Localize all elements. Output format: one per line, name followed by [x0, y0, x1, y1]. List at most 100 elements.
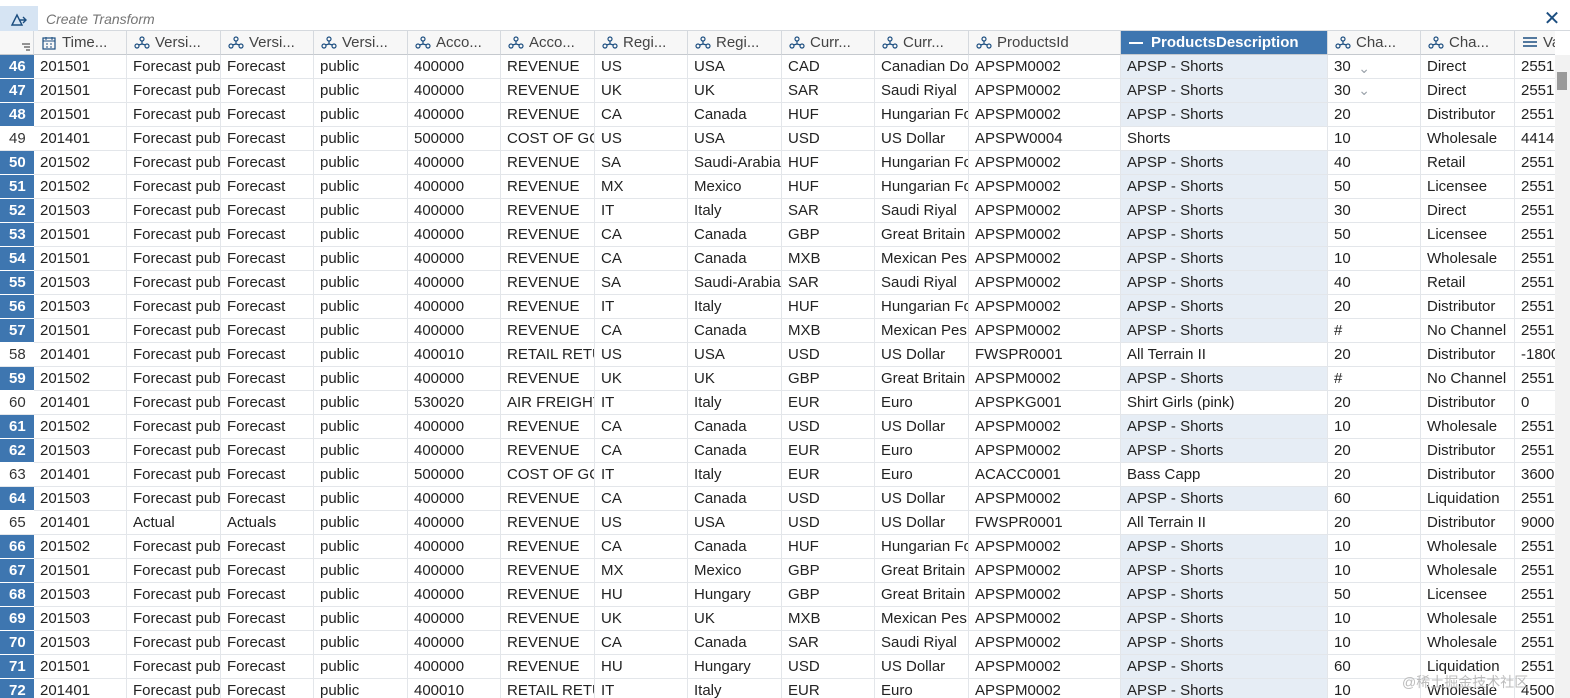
table-cell[interactable]: 201502: [34, 367, 127, 391]
table-cell[interactable]: public: [314, 79, 408, 103]
table-cell[interactable]: public: [314, 271, 408, 295]
table-cell[interactable]: public: [314, 103, 408, 127]
table-cell[interactable]: REVENUE: [501, 535, 595, 559]
table-cell[interactable]: 30: [1328, 199, 1421, 223]
table-cell[interactable]: Forecast: [221, 295, 314, 319]
table-cell[interactable]: SAR: [782, 271, 875, 295]
table-cell[interactable]: APSPM0002: [969, 103, 1121, 127]
table-cell[interactable]: US: [595, 55, 688, 79]
table-row[interactable]: 55 201503 Forecast pub Forecast public 400000…: [0, 271, 1555, 295]
table-cell[interactable]: Mexican Pes: [875, 319, 969, 343]
column-header[interactable]: Val: [1515, 31, 1555, 55]
table-cell[interactable]: COST OF GO: [501, 127, 595, 151]
table-cell[interactable]: 400000: [408, 511, 501, 535]
transform-icon[interactable]: [0, 6, 38, 31]
table-cell[interactable]: 400000: [408, 439, 501, 463]
table-cell[interactable]: 10: [1328, 631, 1421, 655]
table-cell[interactable]: Forecast pub: [127, 343, 221, 367]
column-header[interactable]: Curr...: [875, 31, 969, 55]
table-cell[interactable]: public: [314, 655, 408, 679]
table-cell[interactable]: 2551: [1515, 319, 1555, 343]
table-cell[interactable]: CAD: [782, 55, 875, 79]
table-cell[interactable]: RETAIL RETU: [501, 679, 595, 698]
table-cell[interactable]: APSPM0002: [969, 199, 1121, 223]
table-cell[interactable]: 400010: [408, 679, 501, 698]
table-cell[interactable]: 20: [1328, 343, 1421, 367]
table-cell[interactable]: Mexican Pes: [875, 247, 969, 271]
table-cell[interactable]: HU: [595, 583, 688, 607]
table-cell[interactable]: USA: [688, 343, 782, 367]
table-cell[interactable]: Forecast pub: [127, 55, 221, 79]
table-cell[interactable]: GBP: [782, 559, 875, 583]
table-cell[interactable]: 400000: [408, 319, 501, 343]
table-cell[interactable]: US: [595, 343, 688, 367]
row-number[interactable]: 63: [0, 463, 34, 487]
row-number[interactable]: 60: [0, 391, 34, 415]
table-cell[interactable]: REVENUE: [501, 223, 595, 247]
table-cell[interactable]: All Terrain II: [1121, 511, 1328, 535]
table-cell[interactable]: HU: [595, 655, 688, 679]
table-cell[interactable]: Forecast: [221, 439, 314, 463]
table-cell[interactable]: APSP - Shorts: [1121, 79, 1328, 103]
table-row[interactable]: 67 201501 Forecast pub Forecast public 400000…: [0, 559, 1555, 583]
table-cell[interactable]: Wholesale: [1421, 535, 1515, 559]
column-header[interactable]: ProductsId: [969, 31, 1121, 55]
column-header[interactable]: Cha...: [1328, 31, 1421, 55]
table-cell[interactable]: 400000: [408, 535, 501, 559]
table-cell[interactable]: APSP - Shorts: [1121, 655, 1328, 679]
table-row[interactable]: 70 201503 Forecast pub Forecast public 400000…: [0, 631, 1555, 655]
table-cell[interactable]: 50: [1328, 223, 1421, 247]
table-cell[interactable]: Canada: [688, 631, 782, 655]
table-cell[interactable]: 400000: [408, 103, 501, 127]
table-cell[interactable]: 2551: [1515, 103, 1555, 127]
table-cell[interactable]: APSPKG001: [969, 391, 1121, 415]
table-row[interactable]: 68 201503 Forecast pub Forecast public 400000…: [0, 583, 1555, 607]
table-cell[interactable]: 20: [1328, 391, 1421, 415]
table-cell[interactable]: APSPM0002: [969, 151, 1121, 175]
table-cell[interactable]: CA: [595, 487, 688, 511]
table-cell[interactable]: public: [314, 295, 408, 319]
table-cell[interactable]: CA: [595, 319, 688, 343]
table-row[interactable]: 64 201503 Forecast pub Forecast public 400000…: [0, 487, 1555, 511]
table-cell[interactable]: 400000: [408, 175, 501, 199]
table-cell[interactable]: IT: [595, 295, 688, 319]
row-number[interactable]: 46: [0, 55, 34, 79]
table-cell[interactable]: GBP: [782, 583, 875, 607]
table-cell[interactable]: CA: [595, 535, 688, 559]
column-header[interactable]: Time...: [34, 31, 127, 55]
table-cell[interactable]: 2551: [1515, 415, 1555, 439]
table-row[interactable]: 49 201401 Forecast pub Forecast public 500000…: [0, 127, 1555, 151]
table-cell[interactable]: Forecast pub: [127, 247, 221, 271]
table-row[interactable]: 60 201401 Forecast pub Forecast public 530020…: [0, 391, 1555, 415]
table-cell[interactable]: No Channel: [1421, 367, 1515, 391]
column-header[interactable]: Versi...: [314, 31, 408, 55]
table-cell[interactable]: REVENUE: [501, 415, 595, 439]
table-cell[interactable]: #: [1328, 367, 1421, 391]
table-cell[interactable]: US Dollar: [875, 127, 969, 151]
table-cell[interactable]: Forecast pub: [127, 271, 221, 295]
table-cell[interactable]: 50: [1328, 583, 1421, 607]
table-cell[interactable]: COST OF GO: [501, 463, 595, 487]
table-cell[interactable]: USD: [782, 343, 875, 367]
table-cell[interactable]: Saudi-Arabia: [688, 151, 782, 175]
table-cell[interactable]: APSP - Shorts: [1121, 55, 1328, 79]
column-header[interactable]: Acco...: [501, 31, 595, 55]
table-cell[interactable]: Forecast pub: [127, 391, 221, 415]
table-cell[interactable]: 0: [1515, 391, 1555, 415]
table-cell[interactable]: #: [1328, 319, 1421, 343]
table-cell[interactable]: 201503: [34, 199, 127, 223]
table-cell[interactable]: 400010: [408, 343, 501, 367]
table-cell[interactable]: Forecast pub: [127, 559, 221, 583]
table-cell[interactable]: 3600: [1515, 463, 1555, 487]
table-cell[interactable]: 2551: [1515, 175, 1555, 199]
table-cell[interactable]: Hungary: [688, 583, 782, 607]
table-cell[interactable]: REVENUE: [501, 631, 595, 655]
table-cell[interactable]: REVENUE: [501, 319, 595, 343]
table-row[interactable]: 52 201503 Forecast pub Forecast public 400000…: [0, 199, 1555, 223]
table-cell[interactable]: 201503: [34, 439, 127, 463]
table-cell[interactable]: public: [314, 391, 408, 415]
table-cell[interactable]: Great Britain: [875, 583, 969, 607]
table-cell[interactable]: 50: [1328, 175, 1421, 199]
table-cell[interactable]: APSP - Shorts: [1121, 151, 1328, 175]
table-cell[interactable]: APSPM0002: [969, 55, 1121, 79]
